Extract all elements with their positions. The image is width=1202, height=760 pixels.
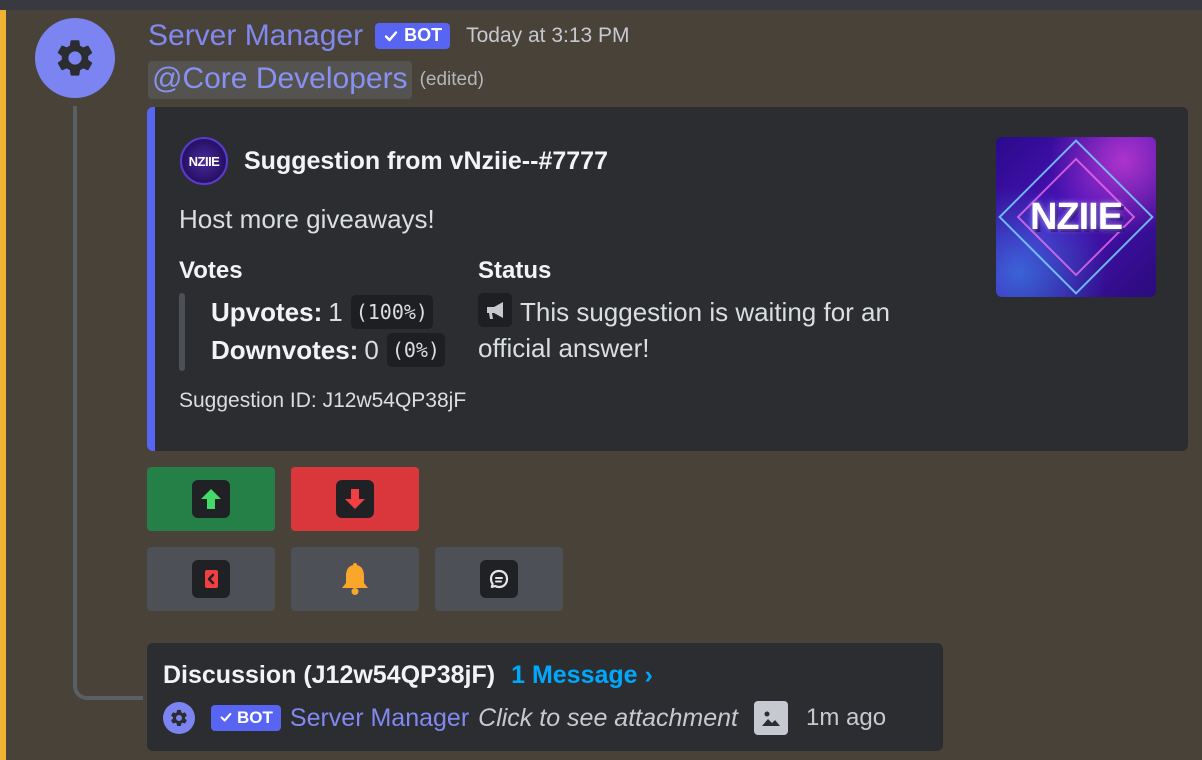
thread-preview-card[interactable]: Discussion (J12w54QP38jF) 1 Message › BO…: [147, 643, 943, 751]
notify-button[interactable]: [291, 547, 419, 611]
timestamp[interactable]: Today at 3:13 PM: [466, 24, 629, 48]
top-bar: [0, 0, 1202, 10]
embed-author: NZIIE Suggestion from vNziie--#7777: [180, 137, 608, 185]
suggestion-embed: NZIIE Suggestion from vNziie--#7777 Host…: [147, 107, 1188, 451]
gear-icon: [171, 709, 187, 726]
thread-last-message: BOT Server Manager Click to see attachme…: [163, 701, 886, 735]
downvotes-percent: (0%): [386, 333, 445, 367]
upvote-button[interactable]: [147, 467, 275, 531]
upvotes-label: Upvotes:: [211, 296, 323, 327]
upvotes-percent: (100%): [350, 295, 433, 329]
author-name[interactable]: Server Manager: [148, 19, 363, 53]
thread-preview-time: 1m ago: [805, 704, 887, 731]
thread-preview-author: Server Manager: [289, 703, 470, 732]
thread-connector-line: [73, 106, 143, 700]
votes-field: Votes Upvotes: 1 (100%) Downvotes: 0 (0%…: [179, 257, 445, 371]
edited-label: (edited): [419, 69, 484, 90]
message-content: @Core Developers (edited): [148, 58, 484, 102]
arrow-up-icon: [192, 480, 230, 518]
status-text: This suggestion is waiting for an offici…: [478, 297, 890, 363]
thread-author-avatar: [163, 702, 195, 734]
thread-preview-text: Click to see attachment: [478, 703, 738, 732]
message-header: Server Manager BOT Today at 3:13 PM: [148, 16, 630, 56]
embed-author-name: Suggestion from vNziie--#7777: [244, 146, 608, 175]
votes-field-name: Votes: [179, 257, 243, 284]
thumbnail-logo-text: NZIIE: [1029, 195, 1123, 238]
quote-bar: [179, 293, 185, 371]
bell-icon: [342, 563, 368, 595]
gear-icon: [57, 40, 93, 76]
image-icon: [753, 701, 788, 735]
votes-quote: Upvotes: 1 (100%) Downvotes: 0 (0%): [179, 293, 445, 371]
role-mention[interactable]: @Core Developers: [148, 61, 412, 99]
thread-title: Discussion (J12w54QP38jF) 1 Message ›: [163, 661, 653, 690]
embed-author-avatar: NZIIE: [180, 137, 228, 185]
status-field: Status This suggestion is waiting for an…: [478, 257, 948, 366]
thread-bot-tag-label: BOT: [237, 708, 273, 727]
exit-button[interactable]: [147, 547, 275, 611]
embed-footer: Suggestion ID: J12w54QP38jF: [179, 389, 467, 412]
bot-tag: BOT: [375, 23, 451, 49]
arrow-down-icon: [336, 480, 374, 518]
embed-thumbnail[interactable]: NZIIE: [996, 137, 1156, 297]
bot-tag-label: BOT: [404, 25, 443, 45]
upvotes-line: Upvotes: 1 (100%): [211, 293, 445, 331]
exit-icon: [192, 560, 230, 598]
embed-description: Host more giveaways!: [179, 204, 435, 234]
speech-bubble-icon: [480, 560, 518, 598]
status-text-block: This suggestion is waiting for an offici…: [478, 293, 948, 366]
downvote-button[interactable]: [291, 467, 419, 531]
downvotes-label: Downvotes:: [211, 334, 359, 365]
embed-author-avatar-text: NZIIE: [188, 153, 220, 169]
megaphone-icon: [478, 293, 512, 327]
status-field-name: Status: [478, 257, 552, 284]
checkmark-icon: [220, 712, 232, 722]
discuss-button[interactable]: [435, 547, 563, 611]
upvotes-value: 1: [328, 296, 343, 327]
mention-highlight-bar: [0, 10, 6, 760]
thread-bot-tag: BOT: [211, 705, 281, 731]
thread-message-count[interactable]: 1 Message ›: [511, 661, 653, 690]
checkmark-icon: [384, 30, 398, 41]
thread-name[interactable]: Discussion (J12w54QP38jF): [163, 661, 495, 690]
downvotes-line: Downvotes: 0 (0%): [211, 331, 445, 369]
avatar[interactable]: [35, 18, 115, 98]
downvotes-value: 0: [364, 334, 379, 365]
